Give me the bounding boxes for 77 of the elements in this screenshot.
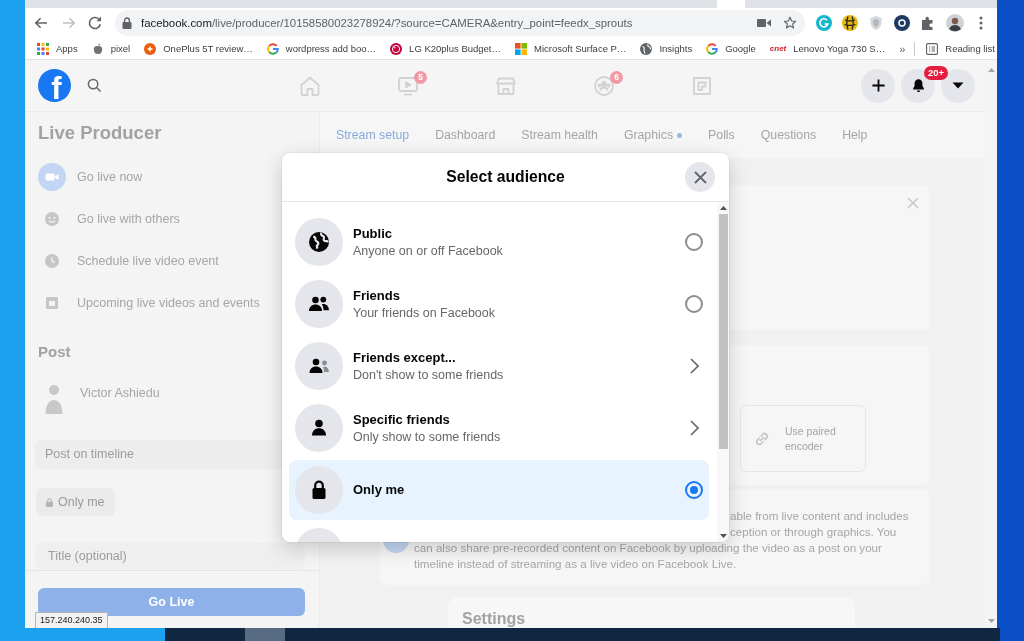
person-icon bbox=[295, 404, 343, 452]
kebab-menu-icon[interactable] bbox=[979, 16, 983, 30]
bookmark[interactable]: Google bbox=[706, 42, 756, 55]
audience-option[interactable]: Only me bbox=[289, 460, 709, 520]
lock-icon bbox=[46, 497, 53, 507]
bookmark[interactable]: Microsoft Surface P… bbox=[515, 42, 627, 55]
logo-text: cnet bbox=[769, 44, 787, 53]
bookmark[interactable]: Insights bbox=[640, 42, 693, 55]
bookmark[interactable]: wordpress add boo… bbox=[266, 42, 377, 55]
people-circle-icon[interactable] bbox=[592, 73, 616, 98]
dialog-title: Select audience bbox=[446, 168, 565, 186]
bookmark[interactable]: pixel bbox=[91, 42, 131, 55]
mesh-ball-icon[interactable] bbox=[842, 15, 858, 31]
notice-fragment: able from live content and includes ception or through graphics. You bbox=[730, 508, 909, 540]
search-icon[interactable] bbox=[87, 78, 102, 93]
clock-icon bbox=[44, 253, 60, 269]
caret-icon bbox=[952, 82, 964, 89]
g-logo-icon bbox=[266, 42, 279, 55]
more-bookmarks-button[interactable]: » bbox=[899, 42, 906, 55]
four-squares-icon bbox=[515, 42, 527, 55]
radio-button[interactable] bbox=[685, 481, 703, 499]
scroll-up-icon[interactable] bbox=[719, 206, 727, 210]
lock-icon bbox=[295, 466, 343, 514]
bookmark[interactable]: Apps bbox=[37, 42, 78, 55]
sidebar-title: Live Producer bbox=[38, 121, 162, 145]
radio-button[interactable] bbox=[685, 233, 703, 251]
list-icon bbox=[926, 42, 939, 55]
person-silhouette-icon bbox=[44, 383, 64, 415]
logo[interactable]: f bbox=[38, 69, 71, 102]
count-badge: 5 bbox=[414, 71, 427, 84]
plus-icon bbox=[870, 78, 886, 93]
scrollbar[interactable] bbox=[717, 202, 729, 542]
section-heading: Settings bbox=[462, 610, 526, 628]
apple-icon bbox=[91, 42, 104, 55]
smiley-face-icon bbox=[44, 211, 60, 227]
title-input[interactable]: Title (optional) bbox=[35, 543, 305, 569]
audience-option[interactable]: Friends except... Don't show to some friends bbox=[289, 336, 709, 396]
back-icon[interactable] bbox=[33, 15, 49, 31]
star-icon[interactable] bbox=[783, 16, 797, 30]
reload-icon[interactable] bbox=[87, 15, 103, 31]
close-icon bbox=[693, 170, 707, 184]
face-logo-icon bbox=[390, 42, 403, 55]
round-logo-icon bbox=[144, 42, 157, 55]
notification-badge: 20+ bbox=[924, 65, 949, 80]
address-bar[interactable]: facebook.com/live/producer/10158580023278924/?source=CAMERA&entry_point=feedx_sprouts bbox=[115, 10, 805, 36]
avatar-icon[interactable] bbox=[946, 14, 964, 32]
calendar-icon bbox=[44, 295, 60, 311]
scroll-down-icon[interactable] bbox=[719, 534, 727, 538]
audience-option[interactable]: Public Anyone on or off Facebook bbox=[289, 212, 709, 272]
video-camera-icon bbox=[38, 163, 66, 191]
shield-icon[interactable] bbox=[868, 15, 884, 31]
radio-button[interactable] bbox=[685, 295, 703, 313]
people-minus-icon bbox=[295, 342, 343, 390]
section-heading: Post bbox=[38, 342, 71, 362]
two-people-icon bbox=[295, 280, 343, 328]
close-button[interactable] bbox=[685, 162, 715, 192]
disc-logo-icon[interactable] bbox=[894, 15, 910, 31]
bell-icon bbox=[910, 78, 926, 93]
create-button[interactable] bbox=[861, 68, 895, 103]
g-logo-icon bbox=[706, 42, 719, 55]
author-name: Victor Ashiedu bbox=[80, 385, 160, 401]
notice-text: can also share pre-recorded content on Facebook by uploading the video as a post on your timeline instead of streaming as a live video on Facebook Live. bbox=[414, 540, 883, 572]
grid-icon bbox=[37, 42, 49, 55]
globe-icon bbox=[295, 218, 343, 266]
puzzle-icon[interactable] bbox=[920, 15, 936, 31]
status-bubble: 157.240.240.35 bbox=[35, 612, 108, 628]
video-camera-icon[interactable] bbox=[757, 18, 771, 28]
globe-icon bbox=[640, 42, 653, 55]
bookmark[interactable]: cnet Lenovo Yoga 730 S… bbox=[769, 43, 886, 54]
scrollbar-thumb[interactable] bbox=[718, 214, 728, 449]
bookmark[interactable]: OnePlus 5T review… bbox=[144, 42, 253, 55]
audience-option[interactable]: Friends Your friends on Facebook bbox=[289, 274, 709, 334]
ring-logo-icon[interactable] bbox=[816, 15, 832, 31]
reading-list-button[interactable]: Reading list bbox=[926, 42, 995, 55]
lock-icon bbox=[122, 17, 132, 29]
bookmark[interactable]: LG K20plus Budget… bbox=[390, 42, 501, 55]
count-badge: 6 bbox=[610, 71, 623, 84]
